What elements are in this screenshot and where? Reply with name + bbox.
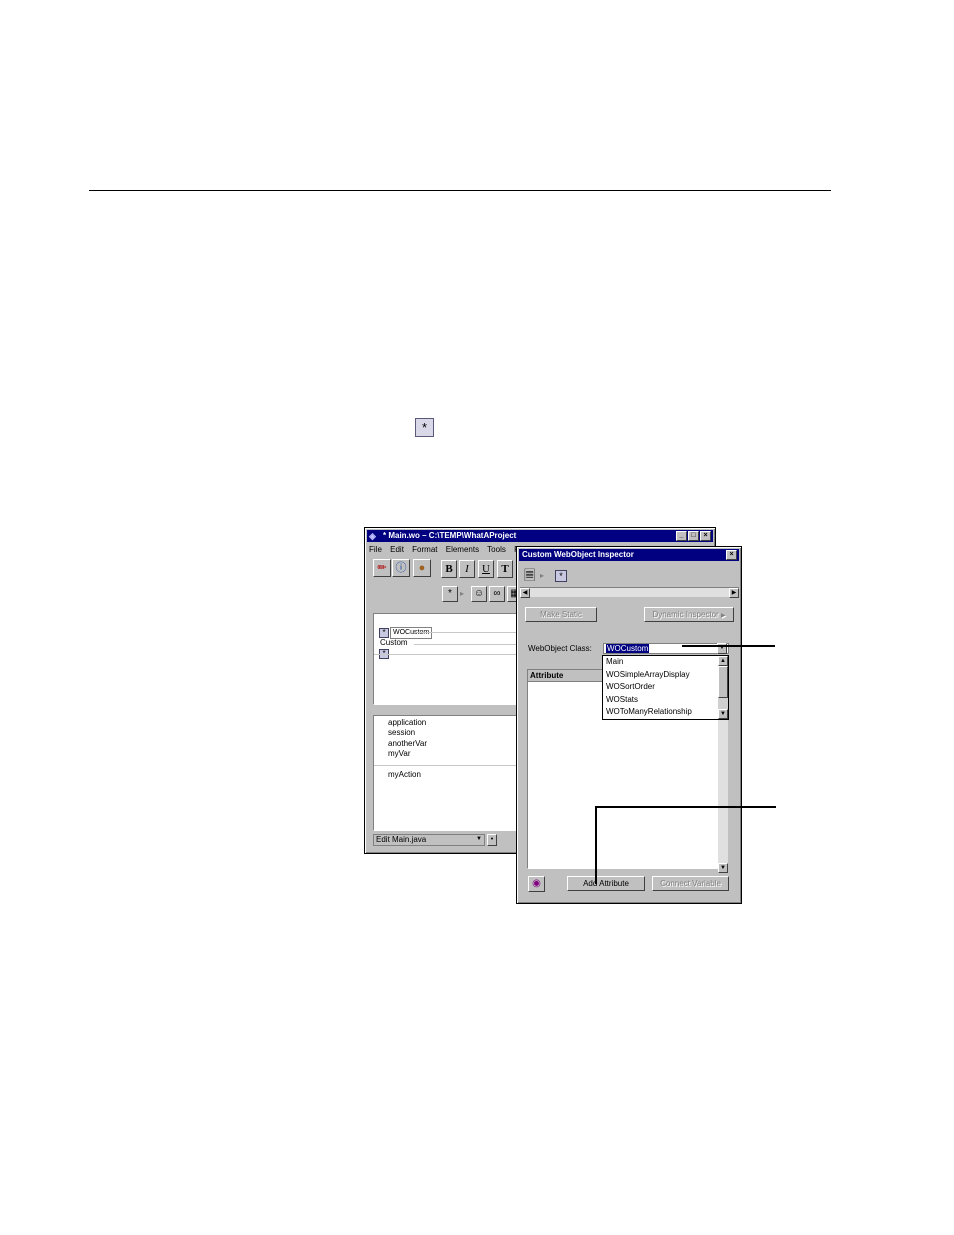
dynamic-inspector-button[interactable]: Dynamic Inspector ▶	[644, 607, 734, 622]
callout-line-add-attribute	[595, 806, 776, 808]
inspector-window: Custom WebObject Inspector × 🗏 ▸ * ◀ ▶ M…	[516, 546, 742, 904]
selected-element-icon[interactable]: *	[555, 570, 567, 582]
menu-file[interactable]: File	[369, 545, 382, 554]
page-rule	[89, 190, 831, 191]
webobject-class-value: WOCustom	[606, 644, 650, 653]
attribute-header-label: Attribute	[530, 671, 564, 680]
inspector-titlebar[interactable]: Custom WebObject Inspector ×	[519, 549, 739, 561]
dropdown-scrollbar[interactable]: ▲ ▼	[718, 656, 728, 719]
webobject-class-label: WebObject Class:	[528, 644, 592, 653]
typewriter-button[interactable]: T	[497, 560, 513, 578]
bold-button[interactable]: B	[441, 560, 457, 578]
menu-format[interactable]: Format	[412, 545, 437, 554]
scroll-thumb[interactable]	[718, 666, 728, 698]
section-divider	[374, 765, 532, 766]
edit-source-button[interactable]: •	[487, 834, 497, 846]
scroll-down-icon[interactable]: ▼	[718, 863, 728, 873]
edit-source-select[interactable]: Edit Main.java ▼	[373, 834, 485, 846]
graphical-mode-icon[interactable]: ✏	[373, 559, 391, 577]
component-text[interactable]: Custom	[380, 638, 408, 648]
main-window-titlebar[interactable]: ◈ * Main.wo – C:\TEMP\WhatAProject _ □ ×	[367, 530, 713, 542]
row-divider	[414, 632, 532, 633]
path-arrow-icon: ▸	[460, 589, 465, 598]
row-divider	[374, 654, 532, 655]
class-option[interactable]: WOSimpleArrayDisplay	[606, 669, 728, 682]
action-item[interactable]: myAction	[388, 770, 421, 780]
callout-line-add-attribute	[595, 806, 597, 884]
scroll-down-icon[interactable]: ▼	[718, 709, 728, 719]
app-icon: ◈	[369, 531, 376, 541]
user-tool-icon[interactable]: ☺	[471, 586, 487, 602]
chevron-down-icon[interactable]: ▼	[476, 835, 482, 844]
variable-item[interactable]: session	[388, 728, 415, 738]
menu-edit[interactable]: Edit	[390, 545, 404, 554]
chevron-right-icon: ▶	[720, 613, 726, 619]
connect-variable-button[interactable]: Connect Variable	[652, 876, 729, 891]
editing-area[interactable]: * WOCustom Custom *	[373, 613, 533, 705]
italic-button[interactable]: I	[459, 560, 475, 578]
underline-button[interactable]: U	[478, 560, 494, 578]
variable-item[interactable]: anotherVar	[388, 739, 427, 749]
link-tool-icon[interactable]: ∞	[489, 586, 505, 602]
path-scrollbar[interactable]: ◀ ▶	[520, 587, 739, 598]
scroll-up-icon[interactable]: ▲	[718, 656, 728, 666]
dynamic-inspector-label: Dynamic Inspector	[652, 610, 719, 619]
minimize-icon[interactable]: _	[676, 531, 687, 541]
class-option[interactable]: WOToManyRelationship	[606, 706, 728, 719]
close-icon[interactable]: ×	[726, 550, 737, 560]
info-icon[interactable]: ⓘ	[392, 559, 410, 577]
menubar: File Edit Format Elements Tools P	[369, 544, 525, 556]
close-icon[interactable]: ×	[700, 531, 711, 541]
maximize-icon[interactable]: □	[688, 531, 699, 541]
class-option[interactable]: WOStats	[606, 694, 728, 707]
class-option[interactable]: WOSortOrder	[606, 681, 728, 694]
path-arrow-icon: ▸	[540, 571, 545, 580]
make-static-button[interactable]: Make Static	[525, 607, 597, 622]
help-book-icon[interactable]: ◉	[528, 876, 545, 892]
preview-icon[interactable]: ●	[413, 559, 431, 577]
object-browser: application session anotherVar myVar myA…	[373, 715, 533, 831]
row-divider	[414, 644, 532, 645]
page-icon[interactable]: 🗏	[524, 567, 535, 583]
variable-item[interactable]: application	[388, 718, 426, 728]
callout-line-class	[682, 645, 775, 647]
main-window-title: * Main.wo – C:\TEMP\WhatAProject	[383, 531, 517, 540]
class-option[interactable]: Main	[606, 656, 728, 669]
scroll-right-icon[interactable]: ▶	[729, 588, 739, 598]
custom-webobject-icon: *	[415, 418, 434, 437]
menu-elements[interactable]: Elements	[446, 545, 479, 554]
edit-source-label: Edit Main.java	[376, 835, 427, 844]
custom-webobject-tool-icon[interactable]: *	[442, 586, 458, 602]
menu-tools[interactable]: Tools	[487, 545, 506, 554]
custom-webobject-element-icon[interactable]: *	[379, 628, 389, 638]
webobject-class-dropdown: Main WOSimpleArrayDisplay WOSortOrder WO…	[602, 655, 729, 720]
variable-item[interactable]: myVar	[388, 749, 411, 759]
add-attribute-button[interactable]: Add Attribute	[567, 876, 645, 891]
scroll-left-icon[interactable]: ◀	[520, 588, 530, 598]
inspector-title: Custom WebObject Inspector	[522, 550, 634, 559]
